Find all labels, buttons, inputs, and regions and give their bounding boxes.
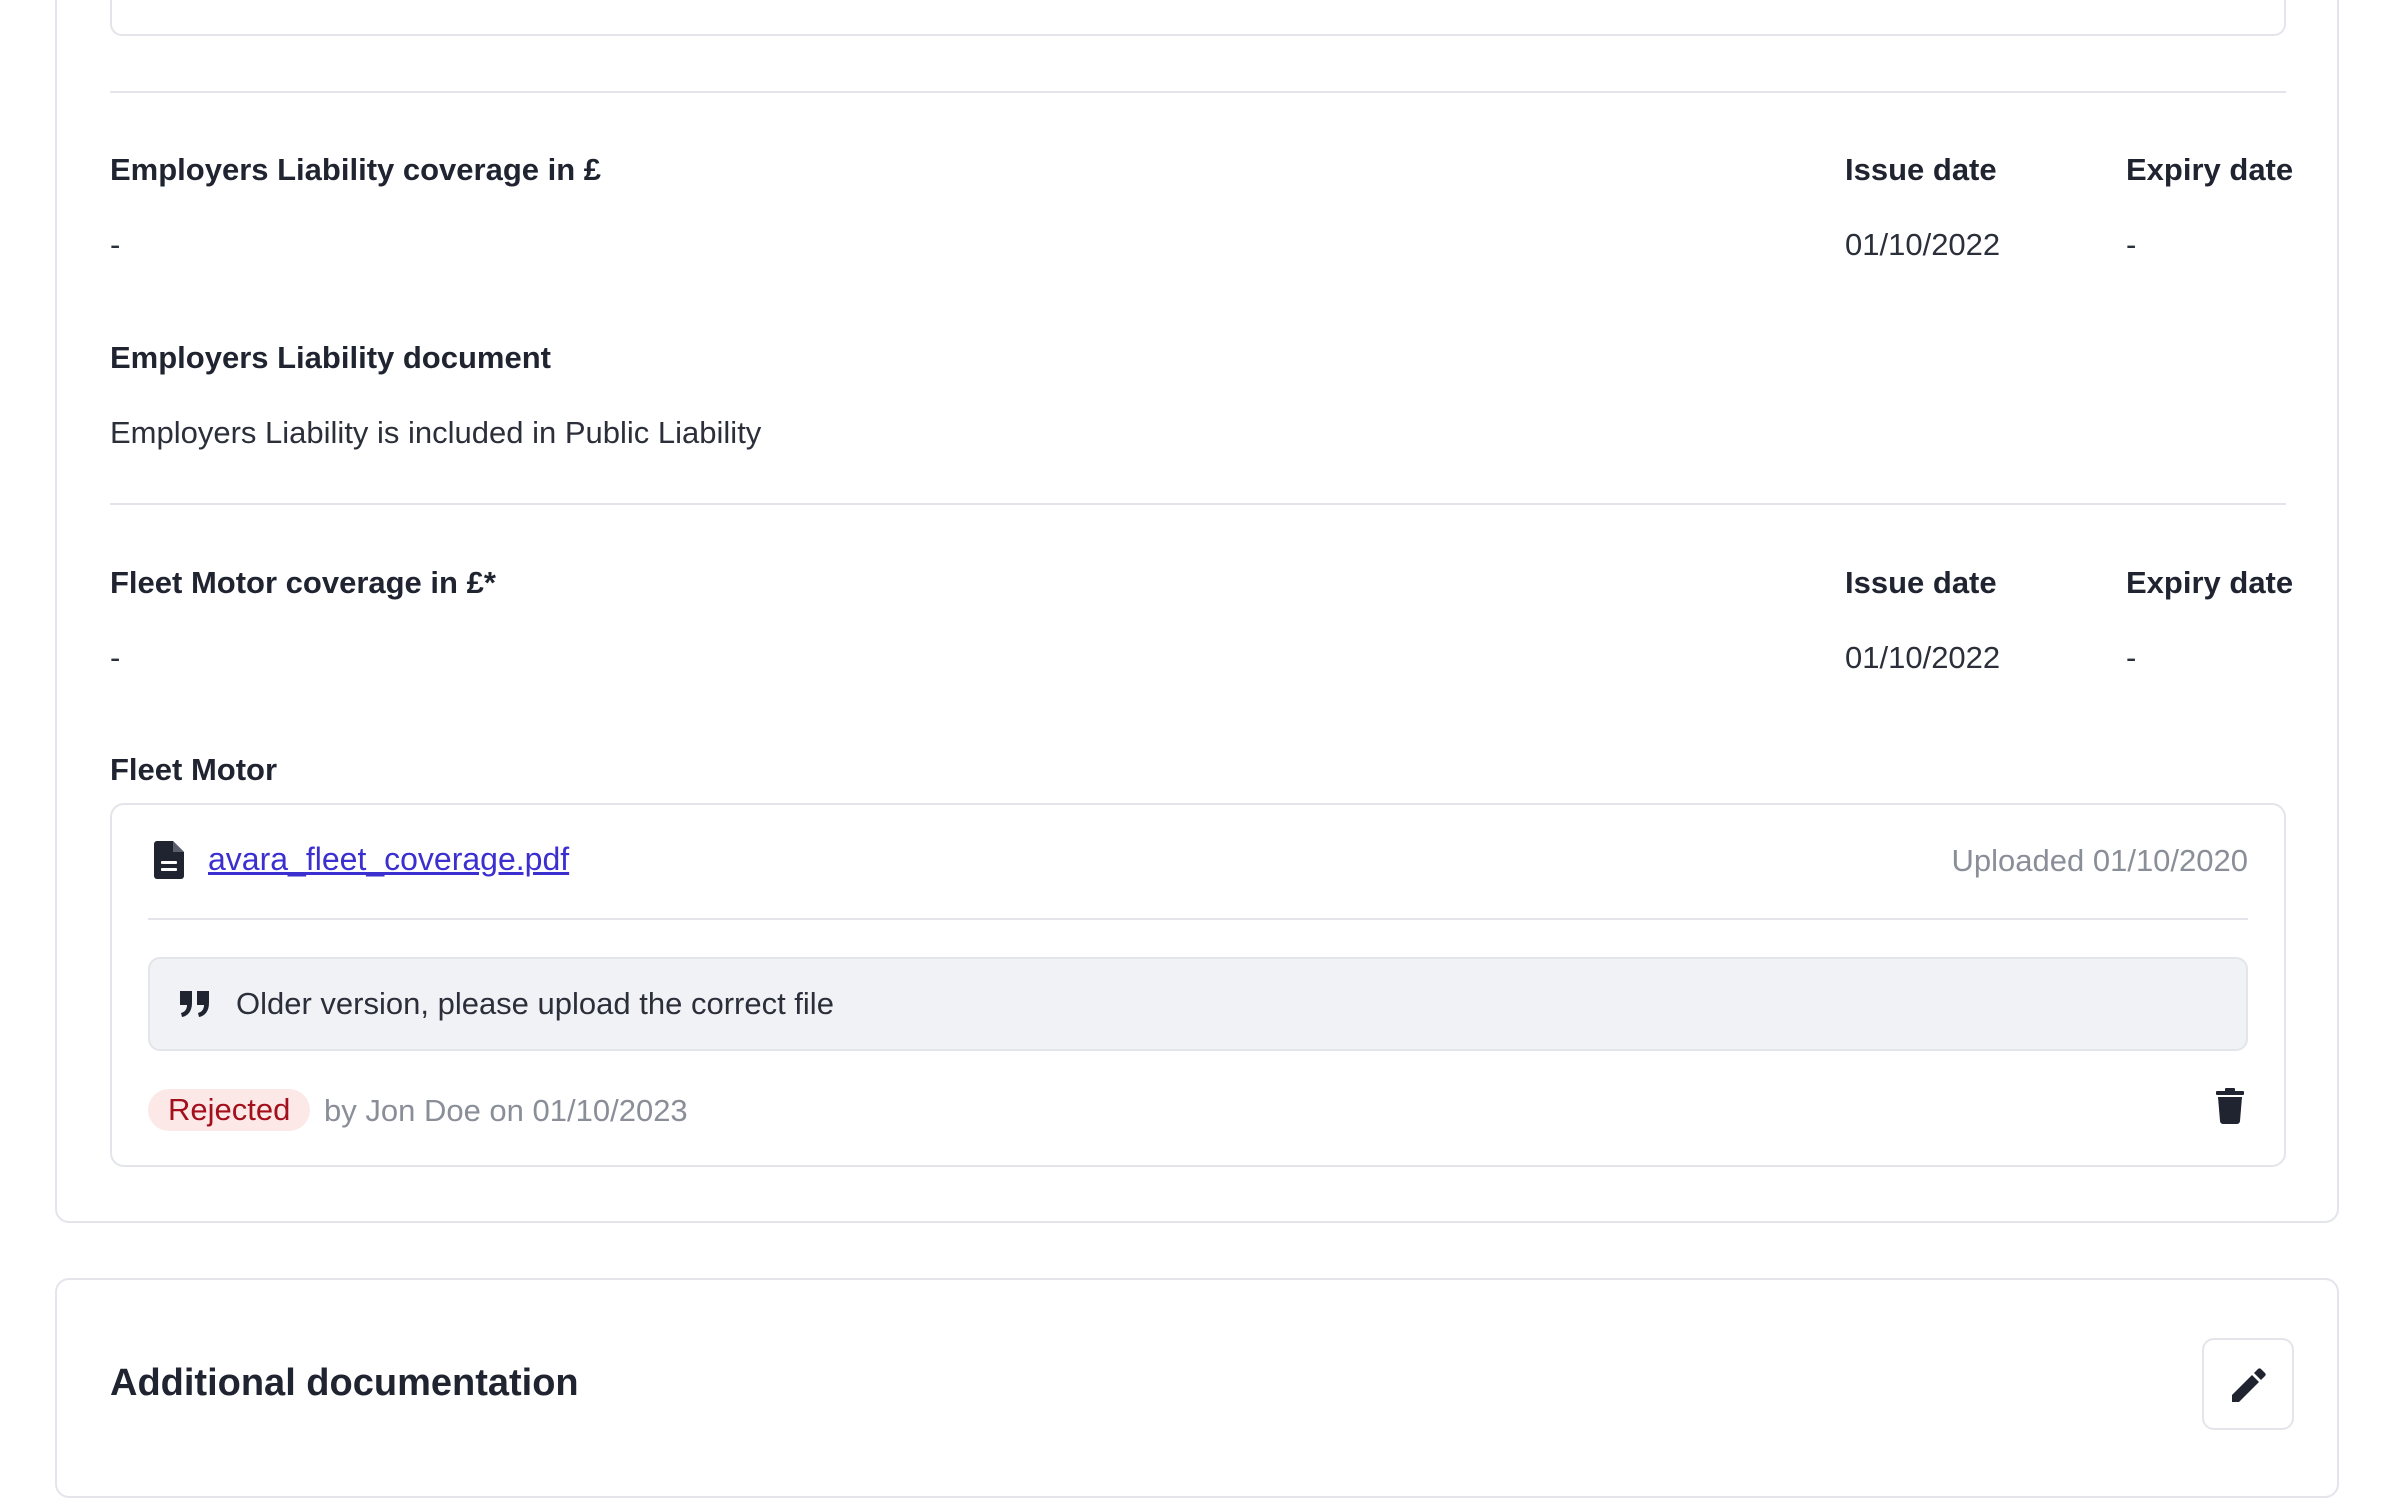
section-divider [110, 503, 2286, 505]
fleet-motor-coverage-value: - [110, 640, 121, 675]
status-by-text: by Jon Doe on 01/10/2023 [324, 1093, 688, 1128]
employers-liability-document-label: Employers Liability document [110, 340, 551, 375]
additional-documentation-title: Additional documentation [110, 1362, 579, 1404]
fleet-motor-issue-value: 01/10/2022 [1845, 640, 2001, 675]
fleet-motor-file-link[interactable]: avara_fleet_coverage.pdf [208, 841, 569, 878]
employers-liability-expiry-label: Expiry date [2126, 152, 2294, 187]
status-badge: Rejected [148, 1089, 311, 1131]
employers-liability-issue-value: 01/10/2022 [1845, 227, 2001, 262]
upload-date: Uploaded 01/10/2020 [1951, 843, 2248, 878]
employers-liability-issue-label: Issue date [1845, 152, 1997, 187]
fleet-motor-issue-label: Issue date [1845, 565, 1997, 600]
employers-liability-coverage-label: Employers Liability coverage in £ [110, 152, 602, 187]
employers-liability-coverage-value: - [110, 227, 121, 262]
pencil-icon [2232, 1368, 2266, 1402]
review-comment: Older version, please upload the correct… [148, 957, 2248, 1051]
employers-liability-document-value: Employers Liability is included in Publi… [110, 415, 762, 450]
employers-liability-expiry-value: - [2126, 227, 2137, 262]
quote-icon [180, 991, 209, 1017]
fleet-motor-document-label: Fleet Motor [110, 752, 278, 787]
previous-file-box [110, 0, 2286, 36]
section-divider [110, 91, 2286, 93]
edit-button[interactable] [2202, 1338, 2294, 1430]
fleet-motor-coverage-label: Fleet Motor coverage in £* [110, 565, 496, 600]
file-icon [154, 841, 184, 879]
fleet-motor-expiry-label: Expiry date [2126, 565, 2294, 600]
fleet-motor-expiry-value: - [2126, 640, 2137, 675]
trash-icon[interactable] [2216, 1088, 2244, 1124]
review-comment-text: Older version, please upload the correct… [236, 986, 834, 1021]
fleet-motor-file-box: avara_fleet_coverage.pdf Uploaded 01/10/… [110, 803, 2286, 1167]
file-divider [148, 918, 2248, 920]
